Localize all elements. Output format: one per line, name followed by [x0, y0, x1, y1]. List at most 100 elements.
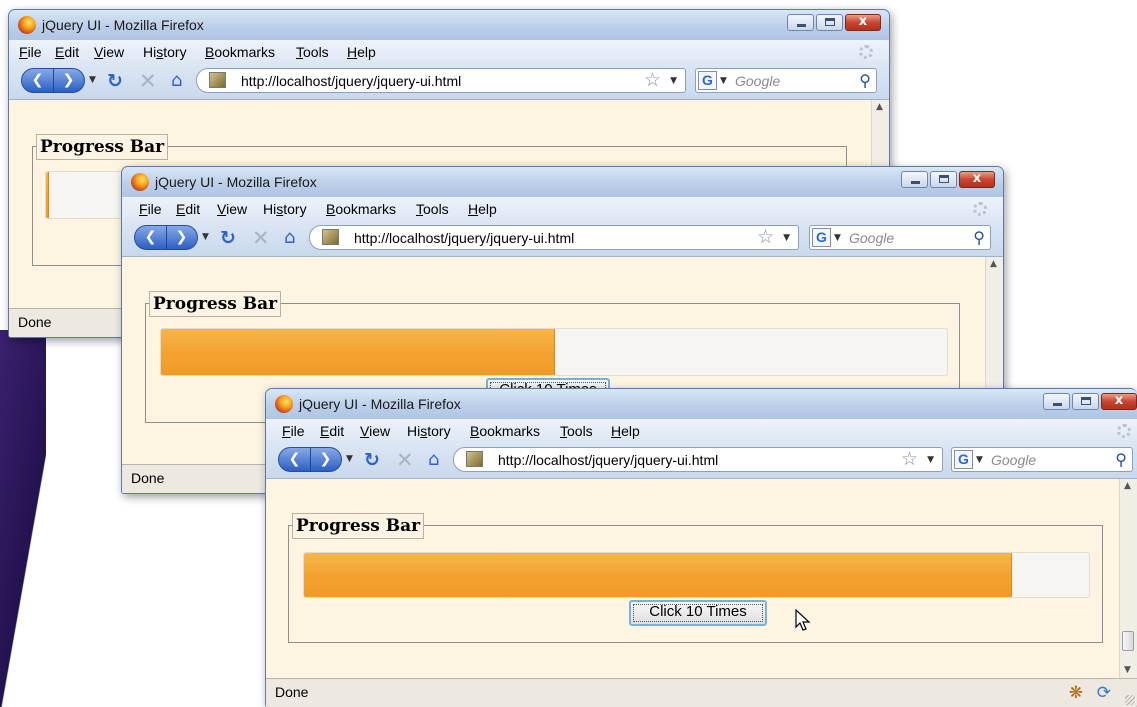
url-dropdown-icon[interactable]: ▼: [927, 455, 934, 465]
resize-grip[interactable]: [1125, 695, 1135, 705]
reload-icon[interactable]: ↻: [107, 70, 123, 92]
vertical-scrollbar[interactable]: ▲ ▼: [1119, 479, 1137, 678]
url-text[interactable]: http://localhost/jquery/jquery-ui.html: [241, 73, 461, 89]
title-bar[interactable]: jQuery UI - Mozilla Firefox x: [122, 167, 1003, 197]
progress-bar: [160, 328, 948, 376]
url-bar[interactable]: http://localhost/jquery/jquery-ui.html ☆…: [453, 447, 943, 472]
magnifier-search-icon[interactable]: ⚲: [1115, 450, 1127, 469]
url-text[interactable]: http://localhost/jquery/jquery-ui.html: [498, 452, 718, 468]
title-bar[interactable]: jQuery UI - Mozilla Firefox x: [9, 10, 889, 40]
forward-arrow-icon[interactable]: ❯: [166, 226, 197, 249]
menu-bookmarks[interactable]: Bookmarks: [470, 423, 540, 439]
home-icon[interactable]: ⌂: [284, 227, 295, 248]
search-engine-icon[interactable]: G: [812, 228, 831, 247]
menu-file[interactable]: File: [19, 44, 42, 60]
minimize-button[interactable]: [787, 14, 814, 31]
minimize-icon: [911, 181, 920, 184]
addon-status-icon[interactable]: ⟳: [1097, 683, 1111, 703]
menu-view[interactable]: View: [94, 44, 124, 60]
home-icon[interactable]: ⌂: [171, 70, 182, 91]
home-icon[interactable]: ⌂: [428, 449, 439, 470]
menu-tools[interactable]: Tools: [560, 423, 593, 439]
menu-file[interactable]: File: [139, 201, 162, 217]
search-engine-dropdown-icon[interactable]: ▼: [976, 455, 983, 465]
search-engine-icon[interactable]: G: [698, 71, 717, 90]
fieldset-legend: Progress Bar: [292, 513, 425, 539]
history-dropdown-icon[interactable]: ▼: [202, 232, 209, 242]
search-engine-dropdown-icon[interactable]: ▼: [720, 76, 727, 86]
throbber-icon: [973, 202, 987, 216]
maximize-button[interactable]: [1072, 393, 1099, 410]
menu-history[interactable]: History: [263, 201, 307, 217]
maximize-button[interactable]: [930, 171, 957, 188]
search-bar[interactable]: G ▼ Google ⚲: [951, 447, 1133, 472]
history-dropdown-icon[interactable]: ▼: [89, 75, 96, 85]
search-bar[interactable]: G ▼ Google ⚲: [809, 225, 991, 250]
forward-arrow-icon[interactable]: ❯: [53, 69, 84, 92]
forward-arrow-icon[interactable]: ❯: [310, 448, 341, 471]
close-icon: x: [972, 171, 982, 186]
navigation-toolbar: ❮ ❯ ▼ ↻ ✕ ⌂ http://localhost/jquery/jque…: [9, 63, 889, 100]
stop-icon[interactable]: ✕: [139, 69, 157, 93]
menu-help[interactable]: Help: [347, 44, 376, 60]
menu-edit[interactable]: Edit: [55, 44, 79, 60]
menu-tools[interactable]: Tools: [296, 44, 329, 60]
menu-view[interactable]: View: [360, 423, 390, 439]
menu-file[interactable]: File: [282, 423, 305, 439]
menu-view[interactable]: View: [217, 201, 247, 217]
bookmark-star-icon[interactable]: ☆: [757, 226, 774, 248]
progress-bar-fill: [161, 329, 555, 375]
menu-history[interactable]: History: [143, 44, 187, 60]
search-engine-dropdown-icon[interactable]: ▼: [834, 233, 841, 243]
scroll-down-icon[interactable]: ▼: [1124, 665, 1131, 675]
search-bar[interactable]: G ▼ Google ⚲: [695, 68, 877, 93]
reload-icon[interactable]: ↻: [364, 449, 380, 471]
bookmark-star-icon[interactable]: ☆: [644, 69, 661, 91]
search-input[interactable]: Google: [735, 73, 780, 89]
bookmark-star-icon[interactable]: ☆: [901, 448, 918, 470]
scroll-thumb[interactable]: [1122, 631, 1134, 651]
back-arrow-icon[interactable]: ❮: [22, 69, 54, 92]
status-text: Done: [275, 684, 309, 700]
click-10-times-button[interactable]: Click 10 Times: [629, 600, 767, 626]
menu-help[interactable]: Help: [611, 423, 640, 439]
menu-bookmarks[interactable]: Bookmarks: [326, 201, 396, 217]
menu-bookmarks[interactable]: Bookmarks: [205, 44, 275, 60]
back-arrow-icon[interactable]: ❮: [135, 226, 167, 249]
maximize-button[interactable]: [816, 14, 843, 31]
search-input[interactable]: Google: [849, 230, 894, 246]
magnifier-search-icon[interactable]: ⚲: [973, 228, 985, 247]
scroll-up-icon[interactable]: ▲: [990, 259, 997, 269]
url-dropdown-icon[interactable]: ▼: [783, 233, 790, 243]
close-button[interactable]: x: [959, 171, 995, 188]
search-input[interactable]: Google: [991, 452, 1036, 468]
scroll-up-icon[interactable]: ▲: [876, 102, 883, 112]
minimize-button[interactable]: [1043, 393, 1070, 410]
reload-icon[interactable]: ↻: [220, 227, 236, 249]
firebug-icon[interactable]: ❋: [1069, 683, 1083, 703]
back-forward-group: ❮ ❯: [134, 225, 198, 250]
status-text: Done: [131, 470, 165, 486]
url-bar[interactable]: http://localhost/jquery/jquery-ui.html ☆…: [196, 68, 686, 93]
menu-edit[interactable]: Edit: [176, 201, 200, 217]
back-arrow-icon[interactable]: ❮: [279, 448, 311, 471]
magnifier-search-icon[interactable]: ⚲: [859, 71, 871, 90]
status-bar: Done ❋ ⟳: [266, 678, 1137, 707]
url-bar[interactable]: http://localhost/jquery/jquery-ui.html ☆…: [309, 225, 799, 250]
title-bar[interactable]: jQuery UI - Mozilla Firefox x: [266, 389, 1137, 419]
menu-tools[interactable]: Tools: [416, 201, 449, 217]
close-button[interactable]: x: [845, 14, 881, 31]
minimize-button[interactable]: [901, 171, 928, 188]
url-text[interactable]: http://localhost/jquery/jquery-ui.html: [354, 230, 574, 246]
search-engine-icon[interactable]: G: [954, 450, 973, 469]
stop-icon[interactable]: ✕: [252, 226, 270, 250]
history-dropdown-icon[interactable]: ▼: [346, 454, 353, 464]
stop-icon[interactable]: ✕: [396, 448, 414, 472]
progress-bar: [303, 552, 1090, 598]
url-dropdown-icon[interactable]: ▼: [670, 76, 677, 86]
menu-history[interactable]: History: [407, 423, 451, 439]
close-button[interactable]: x: [1101, 393, 1137, 410]
scroll-up-icon[interactable]: ▲: [1124, 481, 1131, 491]
menu-edit[interactable]: Edit: [320, 423, 344, 439]
menu-help[interactable]: Help: [468, 201, 497, 217]
